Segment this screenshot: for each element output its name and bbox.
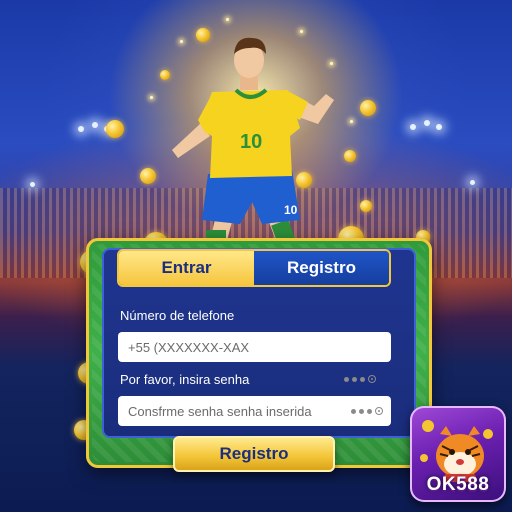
confirm-password-input[interactable] (126, 402, 351, 420)
password-visibility-toggle[interactable] (344, 375, 376, 383)
stadium-light (30, 182, 35, 187)
stadium-light (78, 126, 84, 132)
stadium-light (410, 124, 416, 130)
stadium-light (436, 124, 442, 130)
brand-name: OK588 (426, 474, 490, 495)
tab-login[interactable]: Entrar (119, 251, 254, 285)
confirm-password-field-box (118, 396, 391, 426)
eye-icon (368, 375, 376, 383)
coin-icon (360, 200, 372, 212)
app-logo-badge[interactable]: OK588 (410, 406, 506, 502)
stadium-light (470, 180, 475, 185)
phone-field-box (118, 332, 391, 362)
coin-icon (360, 100, 376, 116)
sparkle (226, 18, 229, 21)
dot-icon (359, 408, 364, 414)
jersey-number: 10 (240, 131, 262, 153)
soccer-player-illustration: 10 10 (172, 37, 334, 252)
shorts-number: 10 (284, 203, 298, 217)
coin-icon (106, 120, 124, 138)
auth-tabs: Entrar Registro (117, 249, 391, 287)
dot-icon (352, 376, 357, 382)
eye-icon (375, 407, 383, 415)
password-label: Por favor, insira senha (120, 372, 250, 387)
stadium-light (92, 122, 98, 128)
register-submit-button[interactable]: Registro (173, 436, 335, 472)
dot-icon (351, 408, 356, 414)
confirm-visibility-toggle[interactable] (351, 407, 383, 415)
phone-input[interactable] (126, 338, 383, 356)
phone-label: Número de telefone (120, 308, 235, 323)
tab-register[interactable]: Registro (254, 251, 389, 285)
dot-icon (344, 376, 349, 382)
sparkle (350, 120, 353, 123)
dot-icon (367, 408, 372, 414)
dot-icon (360, 376, 365, 382)
stadium-light (424, 120, 430, 126)
